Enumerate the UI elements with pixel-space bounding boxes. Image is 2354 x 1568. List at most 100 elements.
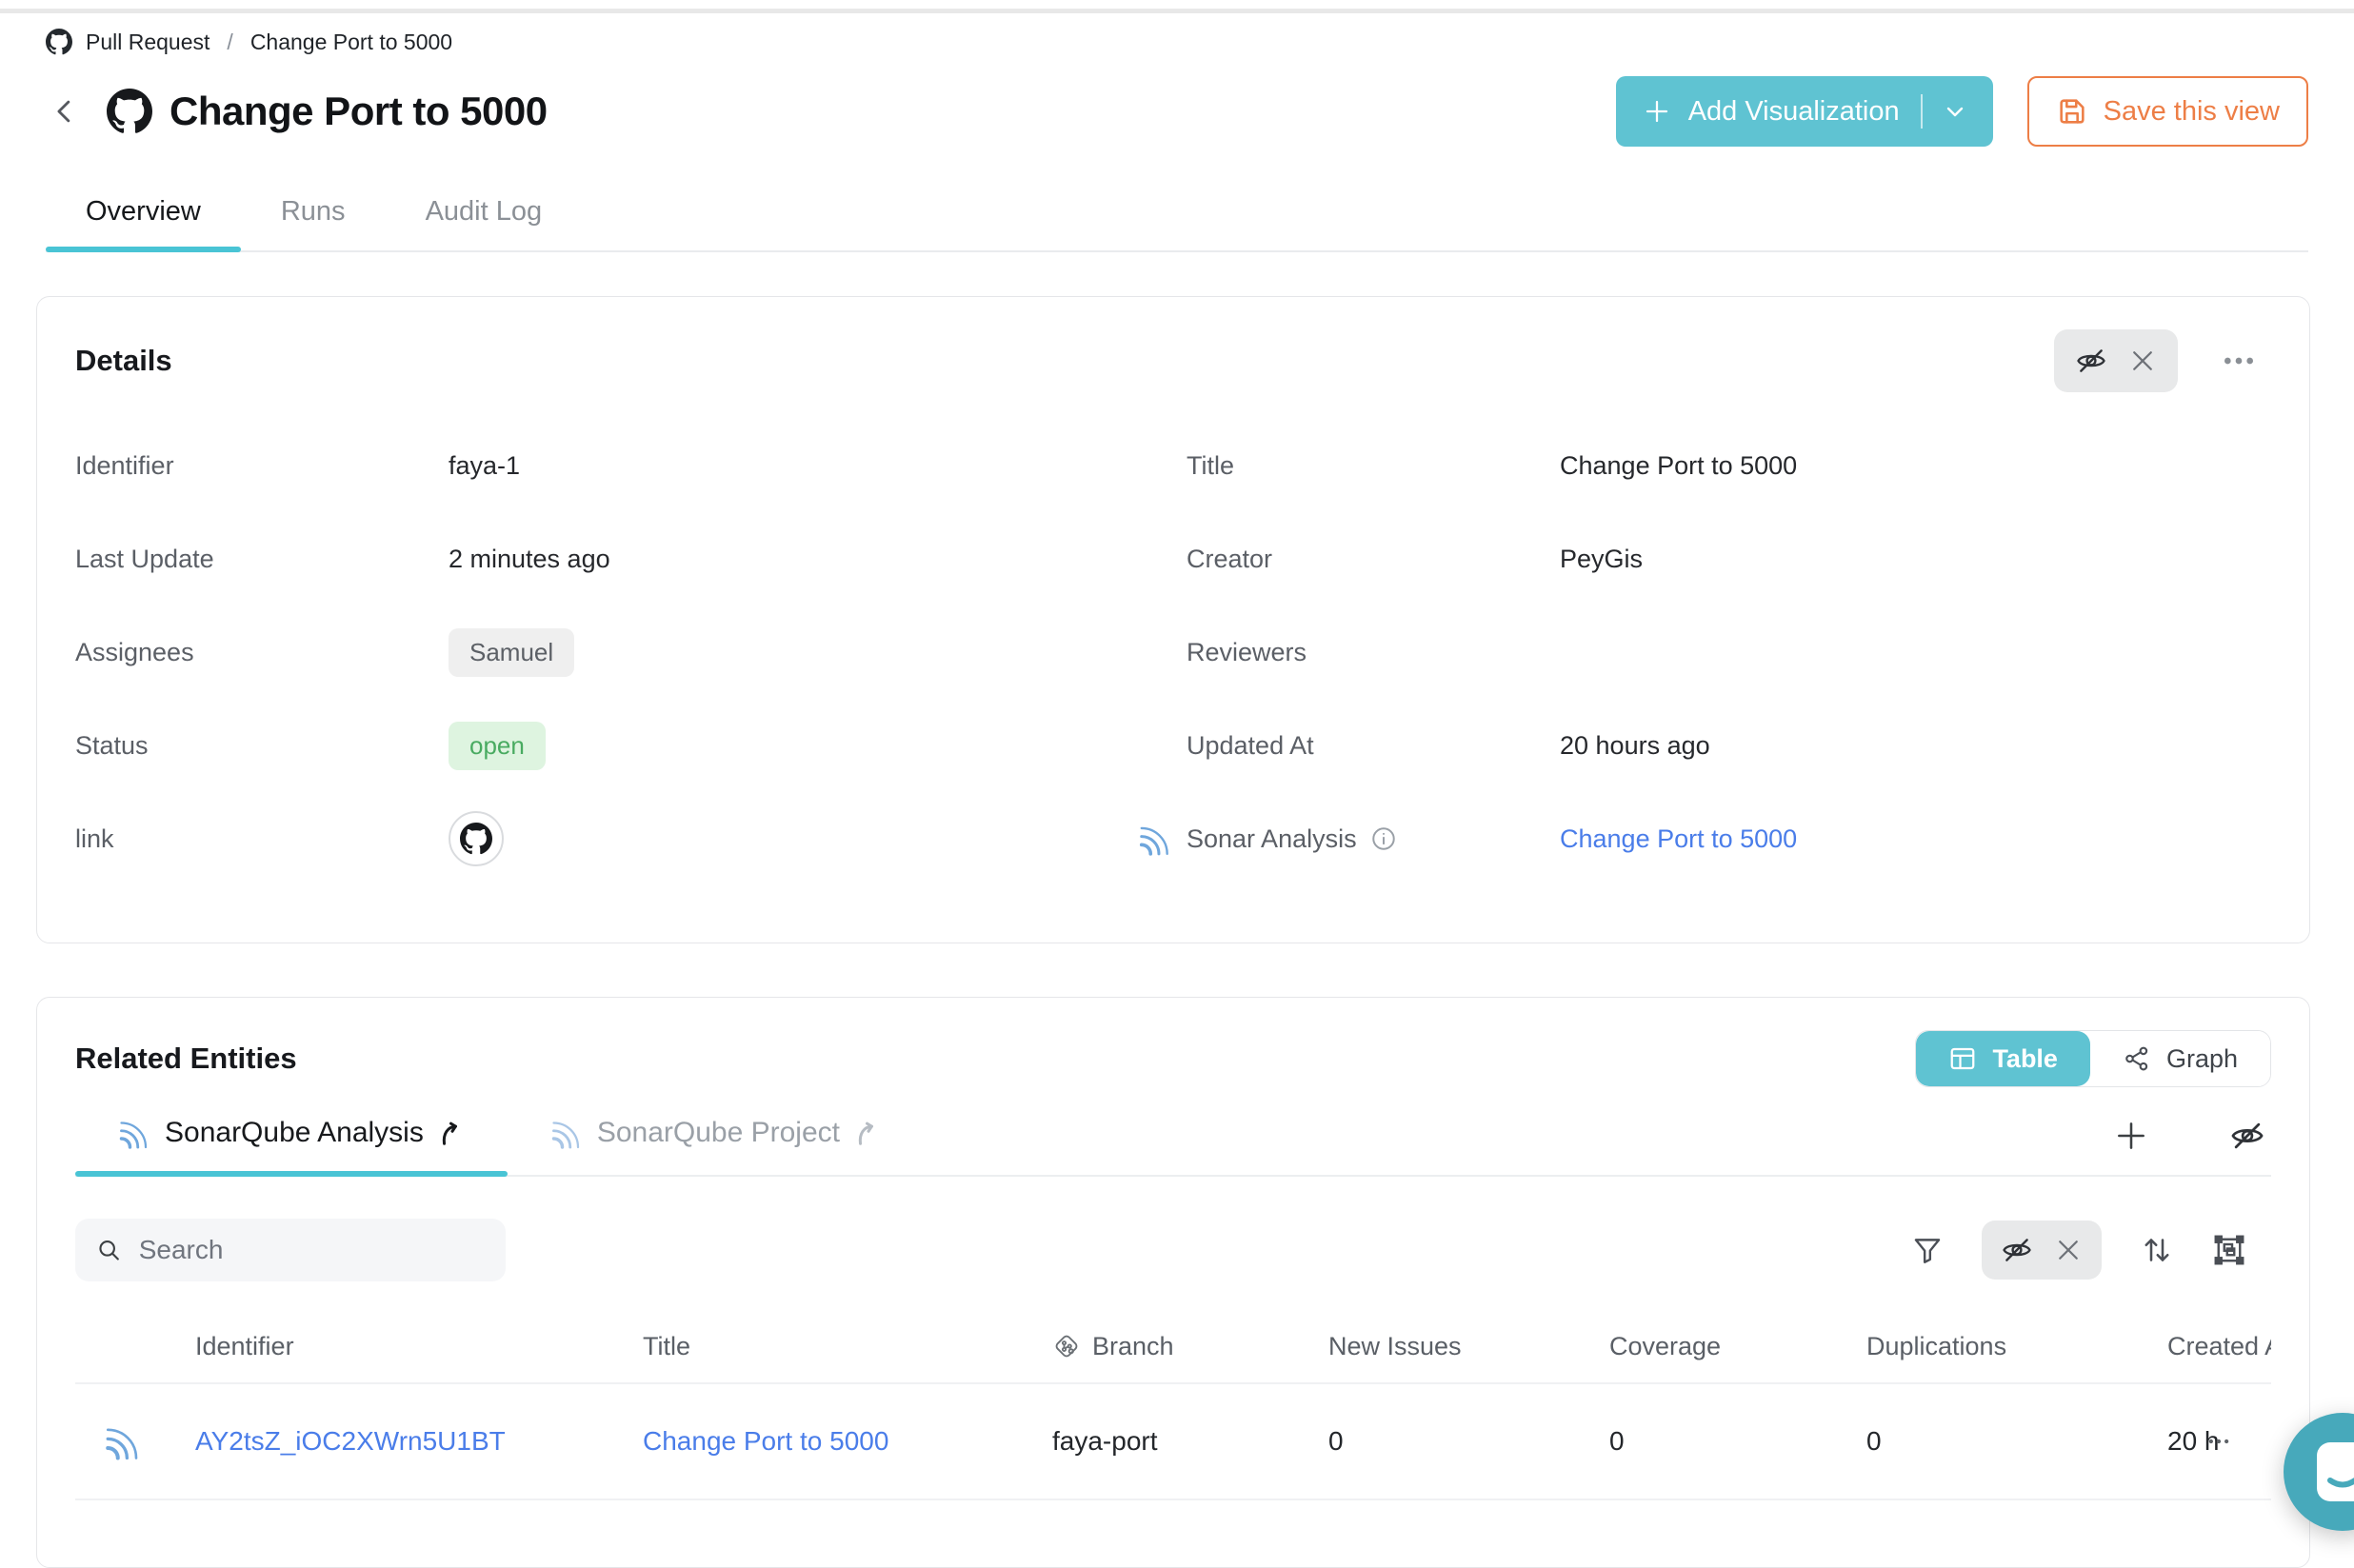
field-value: Change Port to 5000 bbox=[1560, 451, 1797, 481]
relation-arrow-icon bbox=[853, 1119, 882, 1147]
breadcrumb-separator: / bbox=[223, 30, 236, 55]
hide-tabs-button[interactable] bbox=[2229, 1118, 2265, 1154]
search-box[interactable] bbox=[75, 1219, 506, 1281]
table-icon bbox=[1948, 1044, 1977, 1073]
row-new-issues: 0 bbox=[1304, 1426, 1585, 1457]
tab-sonarqube-analysis[interactable]: SonarQube Analysis bbox=[75, 1116, 508, 1175]
details-heading: Details bbox=[75, 344, 172, 378]
column-new-issues: New Issues bbox=[1304, 1332, 1585, 1361]
group-properties-button[interactable] bbox=[2212, 1233, 2246, 1267]
row-identifier-link[interactable]: AY2tsZ_iOC2XWrn5U1BT bbox=[195, 1426, 506, 1457]
messenger-icon bbox=[2315, 1440, 2354, 1503]
field-label: Updated At bbox=[1187, 731, 1560, 761]
table-header-row: Identifier Title Branch New Issues Cover… bbox=[75, 1310, 2271, 1384]
table-view-button[interactable]: Table bbox=[1916, 1031, 2090, 1086]
field-value: 20 hours ago bbox=[1560, 731, 1710, 761]
sonar-analysis-link[interactable]: Change Port to 5000 bbox=[1560, 824, 1797, 854]
field-updated-at: Updated At 20 hours ago bbox=[1187, 718, 2271, 773]
column-duplications: Duplications bbox=[1842, 1332, 2137, 1361]
tab-sonarqube-project[interactable]: SonarQube Project bbox=[508, 1116, 924, 1175]
hide-columns-control[interactable] bbox=[1982, 1221, 2102, 1280]
related-entities-table: Identifier Title Branch New Issues Cover… bbox=[75, 1310, 2271, 1500]
search-input[interactable] bbox=[139, 1235, 485, 1265]
breadcrumb-root[interactable]: Pull Request bbox=[86, 30, 209, 55]
add-visualization-button[interactable]: Add Visualization bbox=[1616, 76, 1993, 147]
entity-tab-label: SonarQube Analysis bbox=[165, 1117, 424, 1149]
search-icon bbox=[96, 1236, 122, 1264]
tab-runs[interactable]: Runs bbox=[241, 196, 386, 250]
graph-view-button[interactable]: Graph bbox=[2090, 1031, 2270, 1086]
column-identifier: Identifier bbox=[170, 1332, 618, 1361]
field-title: Title Change Port to 5000 bbox=[1187, 438, 2271, 493]
field-label: Title bbox=[1187, 451, 1560, 481]
sonarqube-icon bbox=[117, 1116, 151, 1150]
field-last-update: Last Update 2 minutes ago bbox=[75, 531, 1187, 586]
save-view-label: Save this view bbox=[2104, 96, 2280, 128]
sonarqube-icon bbox=[549, 1116, 584, 1150]
column-branch: Branch bbox=[1027, 1332, 1304, 1361]
field-creator: Creator PeyGis bbox=[1187, 531, 2271, 586]
field-label: Assignees bbox=[75, 638, 449, 667]
field-status: Status open bbox=[75, 718, 1187, 773]
relation-arrow-icon bbox=[437, 1119, 466, 1147]
github-link-button[interactable] bbox=[449, 811, 504, 866]
eye-off-icon bbox=[2229, 1118, 2265, 1154]
field-value: PeyGis bbox=[1560, 545, 1643, 574]
github-icon bbox=[460, 823, 492, 855]
github-icon bbox=[107, 89, 152, 134]
row-title-link[interactable]: Change Port to 5000 bbox=[643, 1426, 888, 1457]
page-tabs: Overview Runs Audit Log bbox=[46, 196, 2308, 252]
save-icon bbox=[2056, 95, 2088, 128]
tab-audit-log[interactable]: Audit Log bbox=[386, 196, 583, 250]
field-sonar-analysis: Sonar Analysis Change Port to 5000 bbox=[1187, 811, 2271, 866]
details-menu-button[interactable] bbox=[2220, 342, 2258, 380]
graph-icon bbox=[2123, 1044, 2151, 1073]
add-entity-button[interactable] bbox=[2113, 1118, 2149, 1154]
breadcrumb-current: Change Port to 5000 bbox=[250, 30, 452, 55]
graph-view-label: Graph bbox=[2166, 1044, 2238, 1074]
breadcrumb: Pull Request / Change Port to 5000 bbox=[46, 29, 2308, 55]
field-label: Sonar Analysis bbox=[1187, 824, 1357, 854]
filter-button[interactable] bbox=[1911, 1234, 1944, 1266]
sort-icon bbox=[2140, 1233, 2174, 1267]
top-divider bbox=[0, 9, 2354, 13]
save-this-view-button[interactable]: Save this view bbox=[2027, 76, 2308, 147]
close-icon bbox=[2054, 1236, 2083, 1264]
hide-properties-control[interactable] bbox=[2054, 329, 2178, 392]
row-branch: faya-port bbox=[1027, 1426, 1304, 1457]
row-coverage: 0 bbox=[1585, 1426, 1842, 1457]
row-entity-icon bbox=[75, 1421, 170, 1461]
entity-tab-label: SonarQube Project bbox=[597, 1117, 840, 1149]
plus-icon bbox=[1643, 97, 1671, 126]
info-icon[interactable] bbox=[1370, 825, 1397, 852]
eye-off-icon bbox=[2075, 345, 2107, 377]
field-label: Last Update bbox=[75, 545, 449, 574]
assignee-chip: Samuel bbox=[449, 628, 574, 677]
field-assignees: Assignees Samuel bbox=[75, 625, 1187, 680]
field-label: Identifier bbox=[75, 451, 449, 481]
table-row: AY2tsZ_iOC2XWrn5U1BT Change Port to 5000… bbox=[75, 1384, 2271, 1500]
close-icon bbox=[2128, 347, 2157, 375]
related-entities-card: Related Entities Table Graph SonarQube A… bbox=[36, 997, 2310, 1568]
sonarqube-icon bbox=[1137, 821, 1173, 857]
field-label: link bbox=[75, 824, 449, 854]
blueprint-branch-icon bbox=[1052, 1332, 1081, 1360]
row-menu-button[interactable] bbox=[2204, 1427, 2233, 1456]
back-button[interactable] bbox=[46, 91, 86, 131]
kebab-menu-icon bbox=[2204, 1427, 2233, 1456]
column-title: Title bbox=[618, 1332, 1027, 1361]
kebab-menu-icon bbox=[2220, 342, 2258, 380]
title-row: Change Port to 5000 Add Visualization Sa… bbox=[46, 76, 2308, 147]
table-view-label: Table bbox=[1992, 1044, 2058, 1074]
field-identifier: Identifier faya-1 bbox=[75, 438, 1187, 493]
sort-button[interactable] bbox=[2140, 1233, 2174, 1267]
field-link: link bbox=[75, 811, 1187, 866]
field-value: 2 minutes ago bbox=[449, 545, 610, 574]
filter-icon bbox=[1911, 1234, 1944, 1266]
column-coverage: Coverage bbox=[1585, 1332, 1842, 1361]
tab-overview[interactable]: Overview bbox=[46, 196, 241, 250]
related-entities-heading: Related Entities bbox=[75, 1042, 297, 1076]
chevron-down-icon bbox=[1944, 100, 1966, 123]
eye-off-icon bbox=[2001, 1234, 2033, 1266]
details-card: Details Identifier faya-1 Last Upda bbox=[36, 296, 2310, 943]
